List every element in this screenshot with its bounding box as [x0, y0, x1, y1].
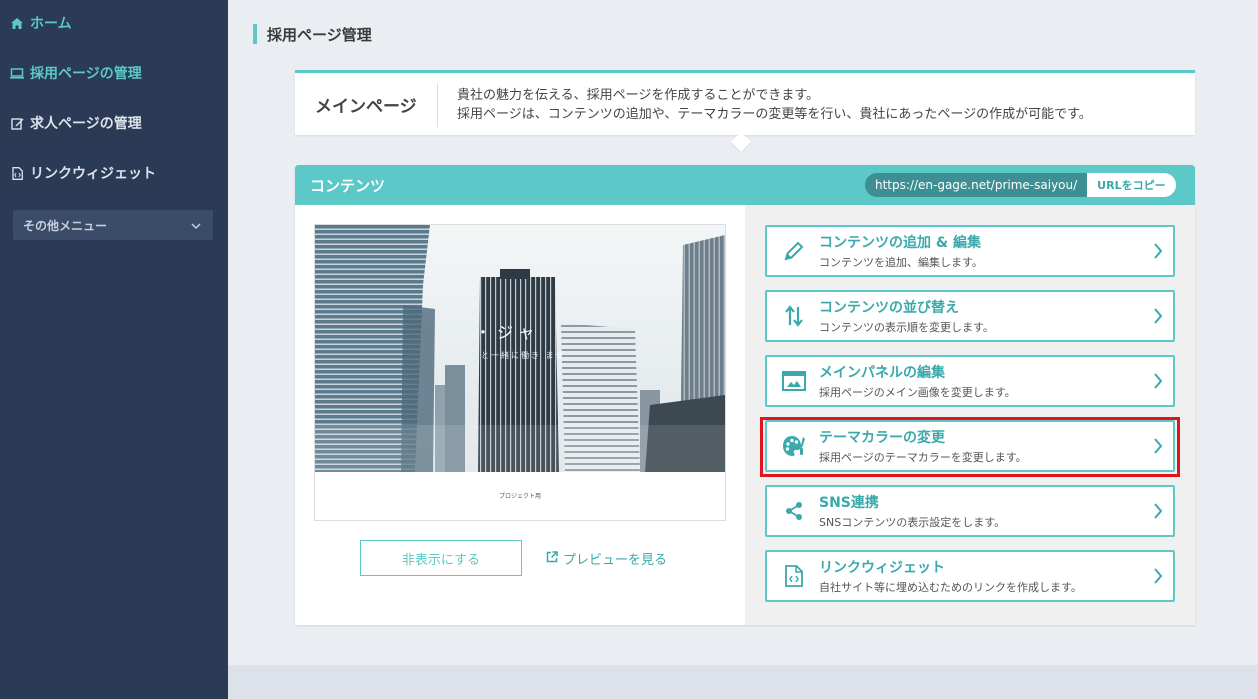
main-page-description: 貴社の魅力を伝える、採用ページを作成することができます。 採用ページは、コンテン… [457, 86, 1092, 124]
panel-icon [781, 369, 807, 393]
chevron-right-icon [1153, 567, 1163, 589]
card-title: コンテンツの並び替え [819, 300, 959, 316]
sidebar-item-recruit-page[interactable]: 採用ページの管理 [10, 61, 142, 85]
divider [437, 83, 438, 127]
file-code-icon [10, 166, 24, 180]
home-icon [10, 16, 24, 30]
chevron-right-icon [1153, 372, 1163, 394]
card-description: SNSコンテンツの表示設定をします。 [819, 516, 1006, 529]
card-description: 採用ページのメイン画像を変更します。 [819, 386, 1016, 399]
preview-overlay-subtitle: と一緒に働き ませ [481, 351, 566, 360]
card-title: SNS連携 [819, 495, 879, 511]
page-preview-thumbnail: ・ジャ と一緒に働き ませ プロジェクト用 [314, 224, 726, 521]
card-title: コンテンツの追加 & 編集 [819, 235, 981, 251]
description-line: 貴社の魅力を伝える、採用ページを作成することができます。 [457, 88, 820, 103]
monitor-icon [10, 66, 24, 80]
callout-pointer [731, 132, 751, 152]
file-code-icon [781, 564, 807, 588]
card-title: テーマカラーの変更 [819, 430, 945, 446]
hide-button[interactable]: 非表示にする [360, 540, 522, 576]
sidebar-item-home[interactable]: ホーム [10, 11, 72, 35]
preview-overlay-title: ・ジャ [475, 323, 541, 342]
card-sort-content[interactable]: コンテンツの並び替え コンテンツの表示順を変更します。 [765, 290, 1175, 342]
preview-link-label: プレビューを見る [563, 553, 668, 568]
content-header: コンテンツ https://en-gage.net/prime-saiyou/ … [295, 165, 1195, 205]
share-icon [781, 499, 807, 523]
card-title: リンクウィジェット [819, 560, 945, 576]
chevron-right-icon [1153, 242, 1163, 264]
card-title: メインパネルの編集 [819, 365, 945, 381]
edit-icon [10, 116, 24, 130]
card-description: コンテンツを追加、編集します。 [819, 256, 983, 269]
other-menu-dropdown[interactable]: その他メニュー [13, 210, 213, 240]
sidebar: ホーム 採用ページの管理 求人ページの管理 リンクウィジェット その他メニュー [0, 0, 228, 699]
chevron-right-icon [1153, 437, 1163, 459]
sidebar-item-label: リンクウィジェット [30, 166, 156, 182]
sort-arrows-icon [781, 304, 807, 328]
page-url[interactable]: https://en-gage.net/prime-saiyou/ [865, 173, 1088, 197]
page-title: 採用ページ管理 [253, 24, 372, 44]
sidebar-item-label: 求人ページの管理 [30, 116, 142, 132]
card-description: 採用ページのテーマカラーを変更します。 [819, 451, 1027, 464]
other-menu-label: その他メニュー [23, 218, 108, 233]
palette-icon [781, 434, 807, 458]
card-description: 自社サイト等に埋め込むためのリンクを作成します。 [819, 581, 1082, 594]
sidebar-item-job-page[interactable]: 求人ページの管理 [10, 111, 142, 135]
chevron-right-icon [1153, 307, 1163, 329]
footer-band [228, 665, 1258, 699]
card-add-edit-content[interactable]: コンテンツの追加 & 編集 コンテンツを追加、編集します。 [765, 225, 1175, 277]
url-box: https://en-gage.net/prime-saiyou/ URLをコピ… [865, 173, 1176, 197]
chevron-down-icon [191, 219, 201, 233]
card-link-widget[interactable]: リンクウィジェット 自社サイト等に埋め込むためのリンクを作成します。 [765, 550, 1175, 602]
external-link-icon [546, 550, 558, 567]
copy-url-button[interactable]: URLをコピー [1087, 173, 1176, 197]
main-page-title: メインページ [315, 96, 417, 117]
description-line: 採用ページは、コンテンツの追加や、テーマカラーの変更等を行い、貴社にあったページ… [457, 107, 1092, 122]
preview-link[interactable]: プレビューを見る [546, 549, 667, 568]
sidebar-item-link-widget[interactable]: リンクウィジェット [10, 161, 156, 185]
card-sns-link[interactable]: SNS連携 SNSコンテンツの表示設定をします。 [765, 485, 1175, 537]
main-page-info: メインページ 貴社の魅力を伝える、採用ページを作成することができます。 採用ペー… [295, 70, 1195, 152]
sidebar-item-label: 採用ページの管理 [30, 66, 142, 82]
chevron-right-icon [1153, 502, 1163, 524]
content-title: コンテンツ [310, 176, 386, 195]
preview-image [315, 225, 725, 472]
card-main-panel-edit[interactable]: メインパネルの編集 採用ページのメイン画像を変更します。 [765, 355, 1175, 407]
preview-caption: プロジェクト用 [498, 493, 541, 500]
sidebar-item-label: ホーム [30, 16, 72, 32]
card-theme-color[interactable]: テーマカラーの変更 採用ページのテーマカラーを変更します。 [765, 420, 1175, 472]
card-description: コンテンツの表示順を変更します。 [819, 321, 994, 334]
pencil-icon [781, 239, 807, 263]
